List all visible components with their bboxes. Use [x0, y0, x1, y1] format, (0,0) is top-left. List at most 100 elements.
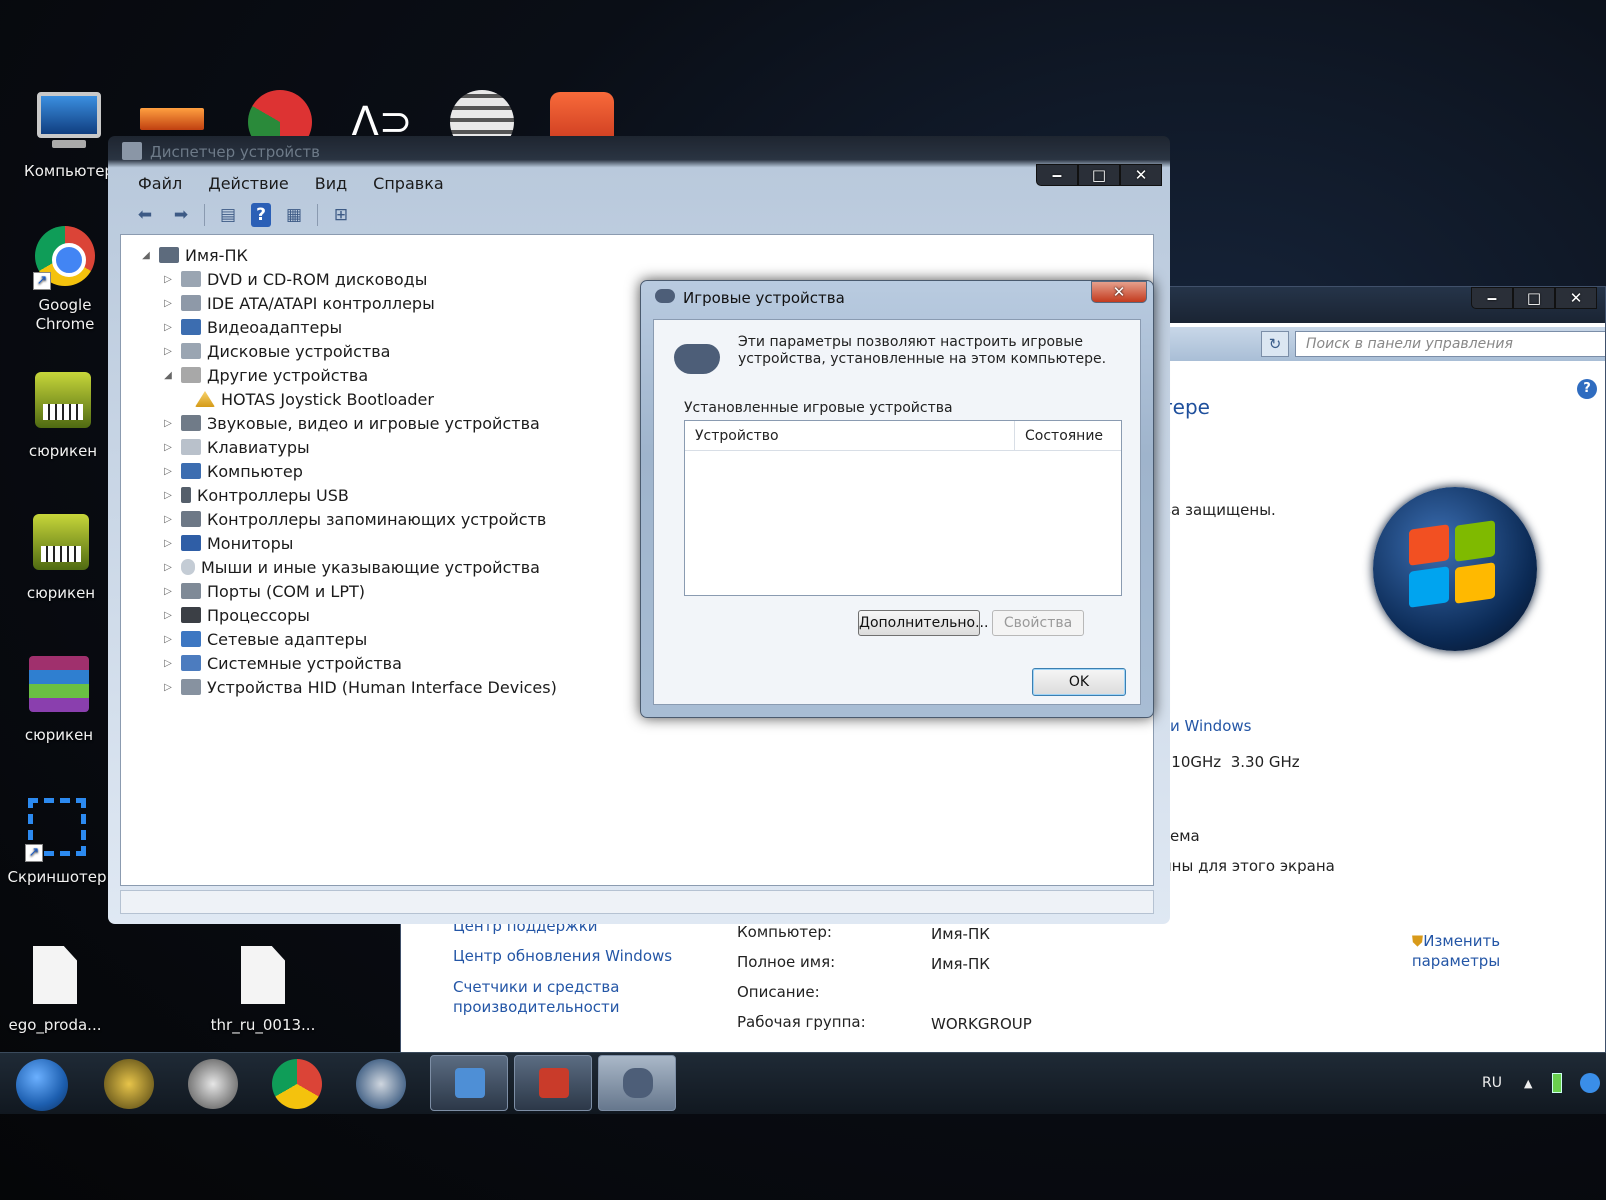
advanced-button[interactable]: Дополнительно...: [858, 610, 988, 636]
tree-item[interactable]: ▷ Мыши и иные указывающие устройства: [139, 555, 557, 579]
performance-link[interactable]: Счетчики и средства производительности: [453, 977, 653, 1017]
expand-icon[interactable]: ▷: [161, 562, 175, 573]
minimize-button[interactable]: ‒: [1471, 287, 1513, 309]
tree-item[interactable]: ▷ Устройства HID (Human Interface Devices…: [139, 675, 557, 699]
menu-view[interactable]: Вид: [315, 174, 347, 193]
network-adapter-icon: [181, 631, 201, 647]
dialog-titlebar[interactable]: Игровые устройства ✕: [641, 281, 1153, 311]
expand-icon[interactable]: ▷: [161, 538, 175, 549]
collapse-icon[interactable]: ◢: [139, 250, 153, 261]
tree-item[interactable]: ▷ Звуковые, видео и игровые устройства: [139, 411, 557, 435]
tree-item[interactable]: ▷ Клавиатуры: [139, 435, 557, 459]
pen-touch-text: упны для этого экрана: [1153, 857, 1335, 875]
help-icon[interactable]: ?: [1577, 379, 1597, 399]
menu-action[interactable]: Действие: [208, 174, 289, 193]
expand-icon[interactable]: ▷: [161, 610, 175, 621]
expand-icon[interactable]: ▷: [161, 322, 175, 333]
expand-icon[interactable]: ▷: [161, 274, 175, 285]
ide-controller-icon: [181, 295, 201, 311]
expand-icon[interactable]: ▷: [161, 514, 175, 525]
tree-item[interactable]: ▷ Мониторы: [139, 531, 557, 555]
expand-icon[interactable]: ▷: [161, 658, 175, 669]
expand-icon[interactable]: ▷: [161, 442, 175, 453]
installed-devices-list[interactable]: Устройство Состояние: [684, 420, 1122, 596]
desktop-icon-chrome[interactable]: ↗ Google Chrome: [10, 226, 120, 334]
battery-icon[interactable]: [1552, 1073, 1562, 1093]
expand-icon[interactable]: ▷: [161, 298, 175, 309]
maximize-button[interactable]: □: [1513, 287, 1555, 309]
tree-root[interactable]: ◢ Имя-ПК: [139, 243, 557, 267]
tree-item-label: Порты (COM и LPT): [207, 581, 365, 601]
expand-icon[interactable]: ▷: [161, 346, 175, 357]
search-input[interactable]: Поиск в панели управления: [1295, 331, 1605, 357]
desktop-icon-label: thr_ru_0013...: [210, 1016, 316, 1034]
scan-hardware-icon[interactable]: ⊞: [328, 203, 354, 227]
properties-icon[interactable]: ▦: [281, 203, 307, 227]
taskbar-window-control-panel[interactable]: [430, 1055, 508, 1111]
desktop-icon-screenshoter[interactable]: ↗ Скриншотер: [2, 798, 112, 887]
tree-item[interactable]: ▷ Контроллеры USB: [139, 483, 557, 507]
collapse-icon[interactable]: ◢: [161, 370, 175, 381]
menu-file[interactable]: Файл: [138, 174, 182, 193]
system-devices-icon: [181, 655, 201, 671]
tree-item[interactable]: ▷ Процессоры: [139, 603, 557, 627]
close-button[interactable]: ✕: [1091, 281, 1147, 303]
taskbar-window-toolbox[interactable]: [514, 1055, 592, 1111]
pen-app-icon[interactable]: [104, 1059, 154, 1109]
ok-button[interactable]: OK: [1032, 668, 1126, 696]
tree-item-label: Системные устройства: [207, 653, 402, 673]
synth-app-icon[interactable]: [188, 1059, 238, 1109]
expand-icon[interactable]: ▷: [161, 490, 175, 501]
column-status[interactable]: Состояние: [1015, 421, 1121, 450]
show-hide-tree-icon[interactable]: ▤: [215, 203, 241, 227]
dialog-body: Эти параметры позволяют настроить игровы…: [653, 319, 1141, 705]
desktop-icon-shuriken-2[interactable]: сюрикен: [6, 514, 116, 603]
start-button[interactable]: [16, 1059, 68, 1111]
expand-icon[interactable]: ▷: [161, 466, 175, 477]
forward-arrow-icon[interactable]: ➡: [168, 203, 194, 227]
tree-item[interactable]: ▷ DVD и CD-ROM дисководы: [139, 267, 557, 291]
tree-item[interactable]: ▷ Видеоадаптеры: [139, 315, 557, 339]
mouse-icon: [181, 559, 195, 575]
taskbar-window-game-controllers[interactable]: [598, 1055, 676, 1111]
tree-item[interactable]: ▷ Дисковые устройства: [139, 339, 557, 363]
properties-button[interactable]: Свойства: [992, 610, 1084, 636]
tree-item[interactable]: ▷ Сетевые адаптеры: [139, 627, 557, 651]
tree-item[interactable]: ▷ Контроллеры запоминающих устройств: [139, 507, 557, 531]
list-header: Устройство Состояние: [685, 421, 1121, 451]
tree-item[interactable]: ▷ IDE ATA/ATAPI контроллеры: [139, 291, 557, 315]
sunset-image-icon[interactable]: [140, 108, 204, 130]
tree-item[interactable]: HOTAS Joystick Bootloader: [139, 387, 557, 411]
device-manager-titlebar[interactable]: Диспетчер устройств ‒ □ ✕: [108, 136, 1170, 186]
column-device[interactable]: Устройство: [685, 421, 1015, 450]
chrome-taskbar-icon[interactable]: [272, 1059, 322, 1109]
menu-help[interactable]: Справка: [373, 174, 444, 193]
device-manager-icon: [122, 142, 142, 160]
keyboard-icon: [181, 439, 201, 455]
desktop-icon-shuriken-1[interactable]: сюрикен: [8, 372, 118, 461]
expand-icon[interactable]: ▷: [161, 682, 175, 693]
refresh-icon[interactable]: ↻: [1261, 331, 1289, 357]
expand-icon[interactable]: ▷: [161, 418, 175, 429]
gamepad-icon: [655, 289, 675, 303]
tree-item[interactable]: ▷ Компьютер: [139, 459, 557, 483]
warning-icon: [195, 391, 215, 407]
network-icon[interactable]: [1580, 1073, 1600, 1093]
desktop-icon-shuriken-3[interactable]: сюрикен: [4, 656, 114, 745]
expand-icon[interactable]: ▷: [161, 586, 175, 597]
show-hidden-icons-icon[interactable]: ▲: [1524, 1077, 1532, 1090]
help-icon[interactable]: ?: [251, 203, 271, 227]
expand-icon[interactable]: ▷: [161, 634, 175, 645]
windows-update-link[interactable]: Центр обновления Windows: [453, 947, 672, 965]
tree-item[interactable]: ▷ Порты (COM и LPT): [139, 579, 557, 603]
tree-item[interactable]: ▷ Системные устройства: [139, 651, 557, 675]
desktop-icon-label: Google Chrome: [35, 296, 95, 333]
tree-item[interactable]: ◢ Другие устройства: [139, 363, 557, 387]
desktop-icon-file-1[interactable]: ego_proda...: [0, 946, 110, 1035]
close-button[interactable]: ✕: [1555, 287, 1597, 309]
language-indicator[interactable]: RU: [1482, 1075, 1502, 1091]
change-settings-link[interactable]: ⛊Изменить параметры: [1401, 931, 1511, 971]
back-arrow-icon[interactable]: ⬅: [132, 203, 158, 227]
desktop-icon-file-2[interactable]: thr_ru_0013...: [208, 946, 318, 1035]
media-app-icon[interactable]: [356, 1059, 406, 1109]
